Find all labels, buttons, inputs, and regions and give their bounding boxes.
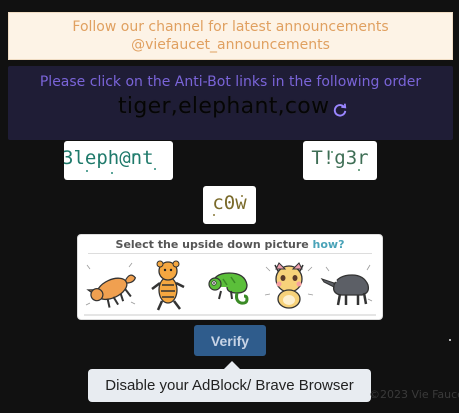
noise-dot (134, 153, 136, 155)
antibot-link-text: 3leph@nt (64, 147, 154, 169)
chameleon-icon[interactable] (201, 257, 257, 313)
noise-dot (86, 170, 88, 172)
antibot-instruction: Please click on the Anti-Bot links in th… (39, 74, 422, 90)
noise-dot (331, 151, 333, 153)
fox-icon[interactable] (83, 257, 139, 313)
noise-dot (358, 169, 360, 171)
divider (84, 314, 376, 316)
antibot-link-text: T!g3r (311, 147, 369, 169)
verify-button[interactable]: Verify (194, 325, 266, 356)
tiger-icon[interactable] (142, 257, 198, 313)
antibot-order: tiger,elephant,cow (118, 94, 330, 119)
antibot-link-elephant[interactable]: 3leph@nt (64, 141, 173, 180)
anteater-icon[interactable] (320, 257, 376, 313)
captcha-prompt-text: Select the upside down picture (115, 238, 309, 251)
cat-icon[interactable] (261, 257, 317, 313)
tooltip-arrow (224, 361, 240, 369)
noise-dot (241, 195, 243, 197)
captcha-puzzle: Select the upside down picture how? (77, 234, 383, 320)
antibot-link-cow[interactable]: c0w (203, 186, 256, 224)
divider (88, 253, 372, 254)
noise-dot (154, 168, 156, 170)
antibot-link-tiger[interactable]: T!g3r (303, 141, 377, 180)
noise-dot (213, 214, 215, 216)
copyright-text: ©2023 Vie Faucet (369, 388, 459, 401)
captcha-help-link[interactable]: how? (313, 238, 345, 251)
announcement-channel: @viefaucet_announcements (131, 37, 330, 53)
announcement-line-1: Follow our channel for latest announceme… (72, 19, 389, 35)
noise-dot (111, 172, 113, 174)
announcement-banner: Follow our channel for latest announceme… (8, 12, 453, 60)
stray-dot (449, 339, 451, 341)
refresh-icon[interactable] (333, 103, 347, 117)
antibot-panel: Please click on the Anti-Bot links in th… (8, 66, 453, 140)
adblock-tooltip: Disable your AdBlock/ Brave Browser (88, 369, 371, 402)
captcha-prompt: Select the upside down picture how? (78, 238, 382, 251)
